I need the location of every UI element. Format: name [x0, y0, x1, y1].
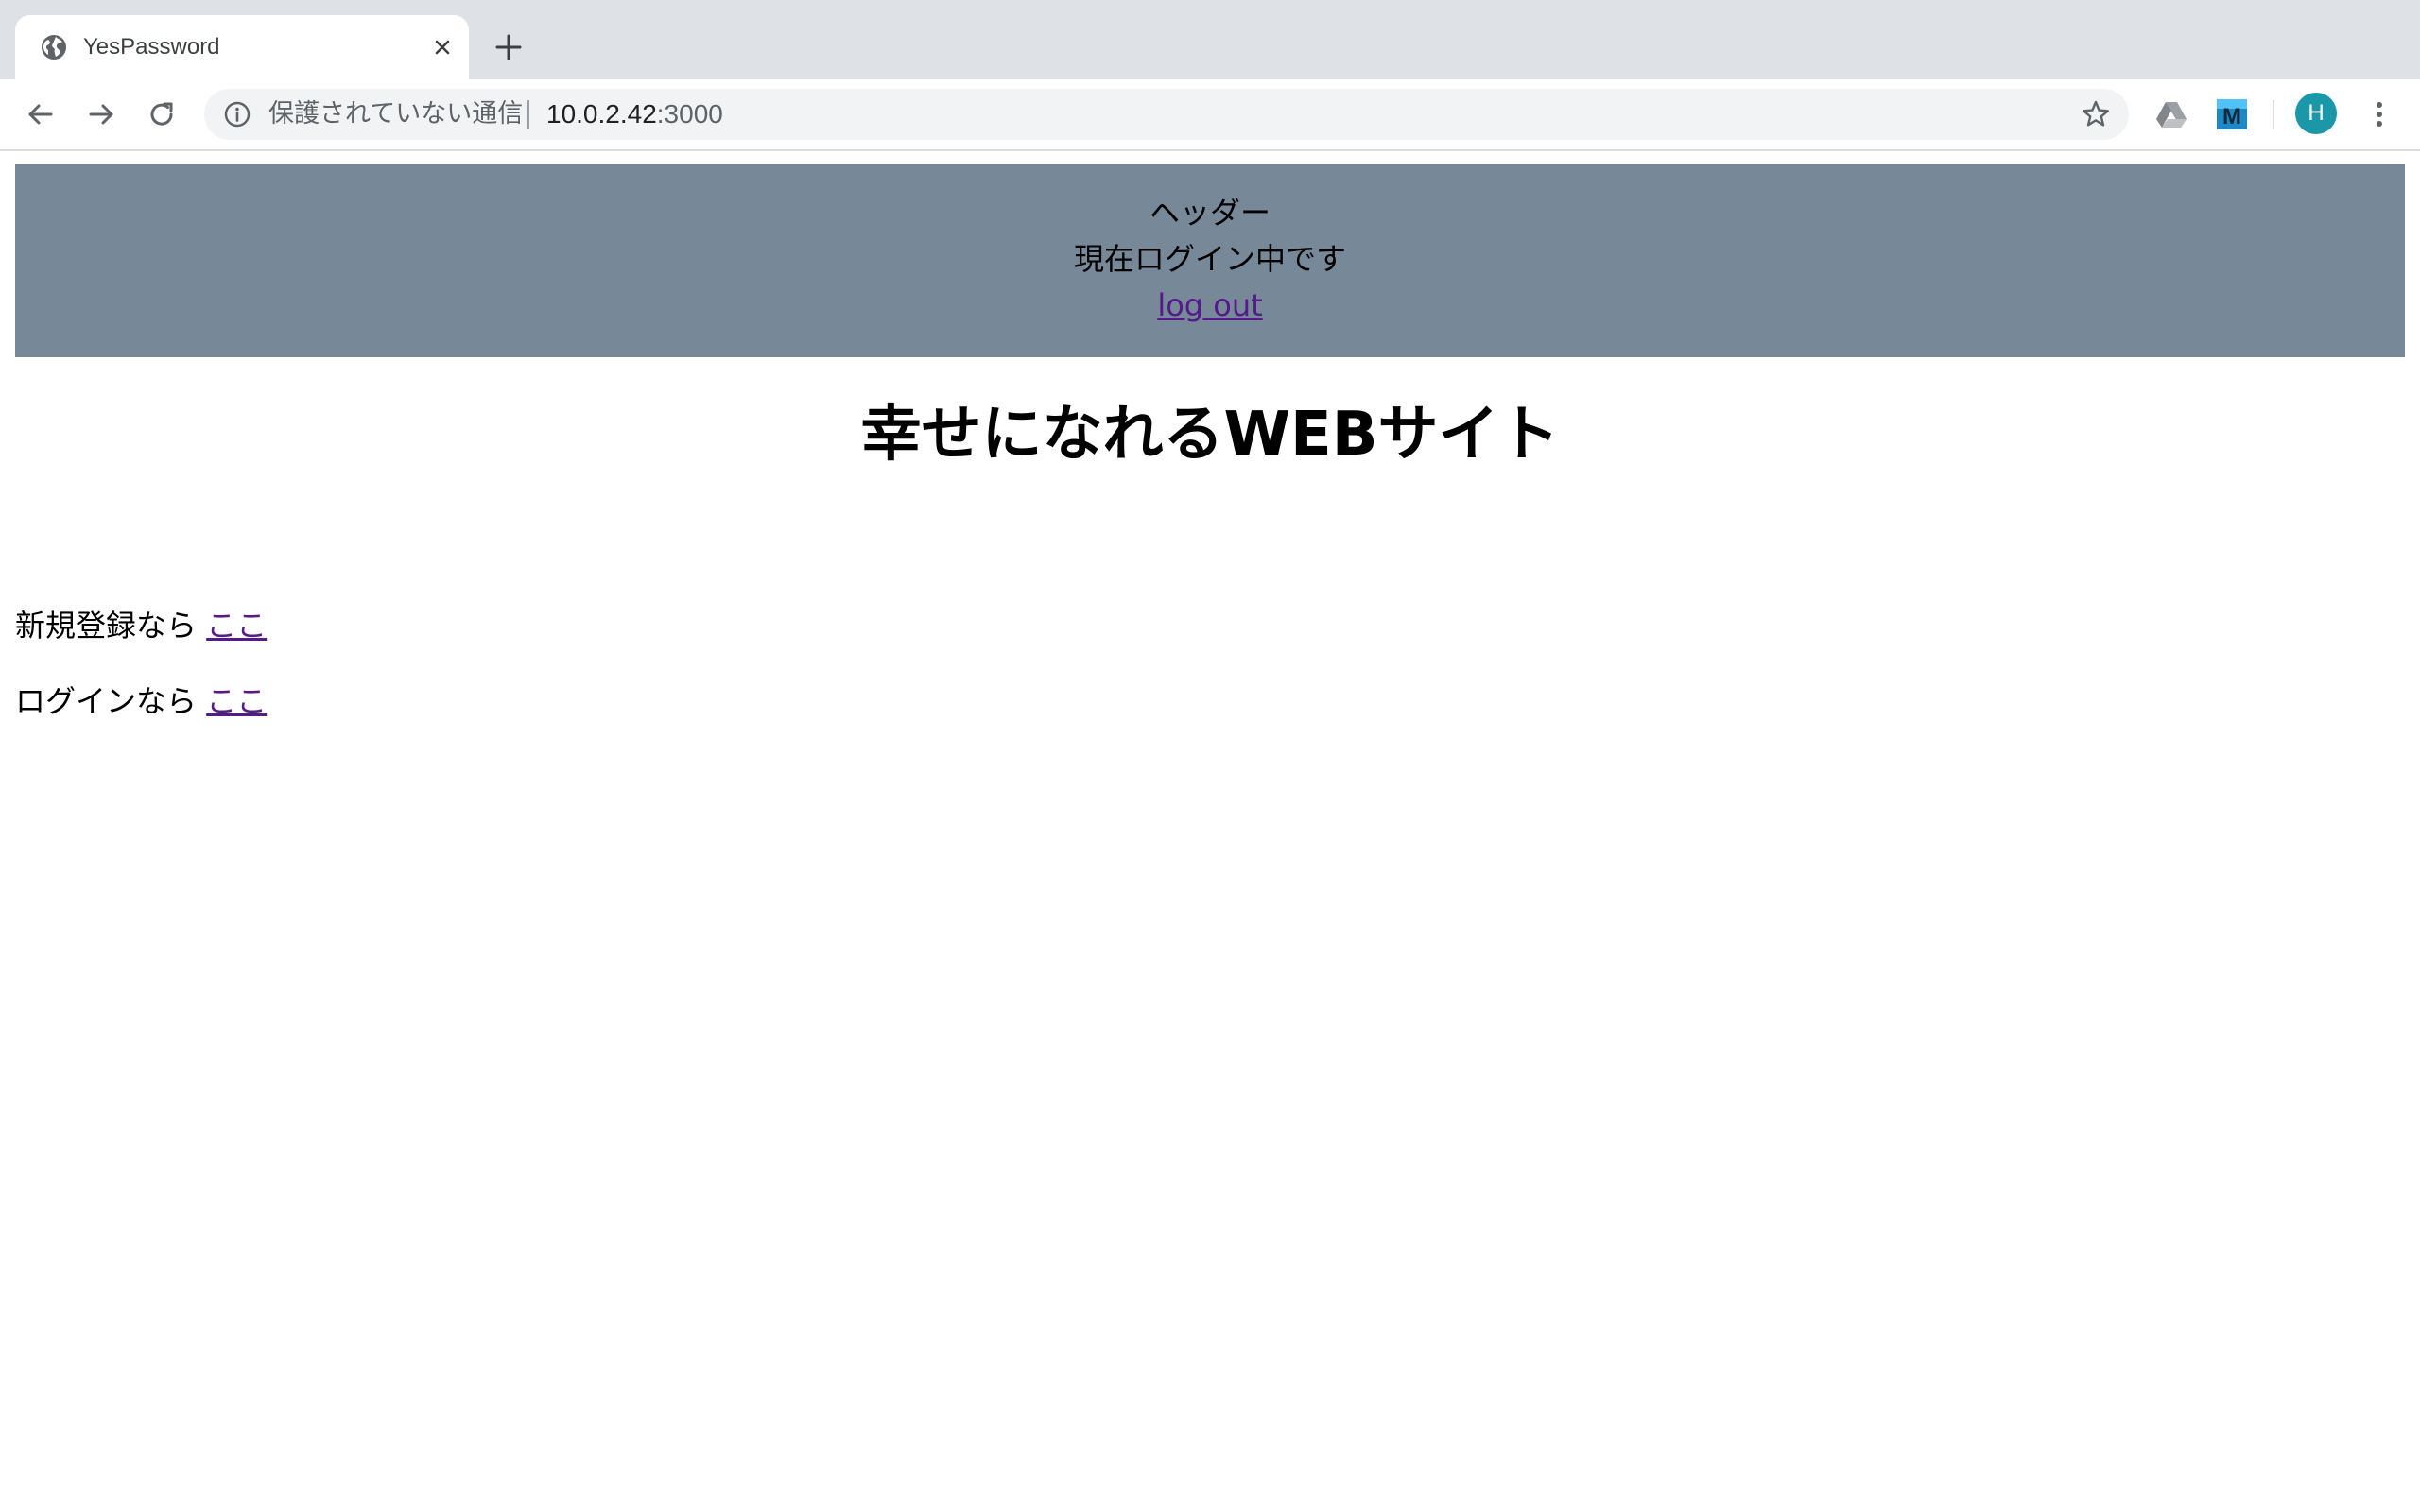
bookmark-star-icon[interactable] — [2080, 98, 2112, 130]
browser-toolbar: 保護されていない通信 10.0.2.42:3000 M H — [0, 79, 2420, 151]
back-arrow-icon[interactable] — [23, 96, 59, 132]
extension-m-icon[interactable]: M — [2214, 96, 2250, 132]
omnibox-divider — [527, 100, 529, 129]
login-prefix: ログインなら — [15, 683, 198, 719]
page-content: ヘッダー 現在ログイン中です log out 幸せになれるWEBサイト 新規登録… — [0, 151, 2420, 1512]
signup-link[interactable]: ここ — [206, 608, 267, 644]
security-status[interactable]: 保護されていない通信 — [268, 89, 523, 140]
signup-prefix: 新規登録なら — [15, 608, 198, 644]
tab-strip: YesPassword — [0, 0, 2420, 79]
header-title: ヘッダー — [1149, 195, 1270, 231]
toolbar-separator — [2273, 100, 2274, 129]
login-status: 現在ログイン中です — [1073, 241, 1346, 277]
more-menu-icon[interactable] — [2361, 96, 2397, 132]
close-icon[interactable] — [429, 34, 456, 60]
info-icon[interactable] — [223, 100, 251, 129]
url-host: 10.0.2.42 — [546, 99, 657, 129]
forward-arrow-icon[interactable] — [83, 96, 119, 132]
logout-line: log out — [15, 283, 2405, 329]
globe-icon — [40, 33, 68, 61]
google-drive-icon[interactable] — [2153, 96, 2189, 132]
url-text[interactable]: 10.0.2.42:3000 — [546, 89, 723, 140]
logout-link[interactable]: log out — [1157, 287, 1262, 323]
extension-m-label: M — [2222, 104, 2241, 129]
address-bar[interactable]: 保護されていない通信 10.0.2.42:3000 — [204, 89, 2129, 140]
reload-icon[interactable] — [144, 96, 180, 132]
new-tab-icon[interactable] — [493, 32, 524, 62]
site-header: ヘッダー 現在ログイン中です log out — [15, 164, 2405, 357]
page-title: 幸せになれるWEBサイト — [860, 400, 1560, 470]
browser-tab[interactable]: YesPassword — [15, 15, 469, 79]
login-link[interactable]: ここ — [206, 683, 267, 719]
tab-title: YesPassword — [83, 34, 220, 60]
profile-avatar[interactable]: H — [2295, 93, 2337, 134]
url-port: :3000 — [656, 99, 723, 129]
signup-line: 新規登録なら ここ — [15, 603, 267, 648]
login-line: ログインなら ここ — [15, 679, 267, 724]
